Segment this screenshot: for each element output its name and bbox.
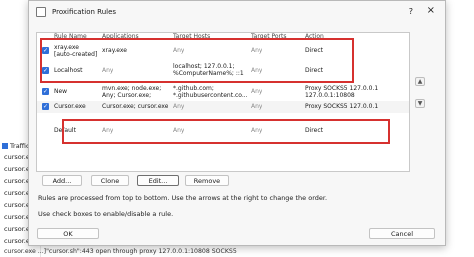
- rule-target-hosts-line2: *.githubusercontent.co...: [173, 92, 248, 99]
- rule-target-hosts: Any: [173, 127, 185, 134]
- rule-target-ports: Any: [251, 88, 263, 95]
- remove-button[interactable]: Remove: [185, 175, 229, 186]
- move-down-button[interactable]: ▼: [415, 99, 425, 108]
- rule-target-ports: Any: [251, 127, 263, 134]
- ok-button[interactable]: OK: [37, 228, 99, 239]
- rule-target-hosts-line2: %ComputerName%; ::1: [173, 70, 244, 77]
- rule-applications-line2: Any; Cursor.exe;: [102, 92, 152, 99]
- info-text-checkbox: Use check boxes to enable/disable a rule…: [38, 210, 174, 218]
- rule-name: xray.exe: [54, 44, 79, 51]
- rule-target-ports: Any: [251, 67, 263, 74]
- col-applications[interactable]: Applications: [102, 33, 139, 40]
- rule-target-hosts: Any: [173, 47, 185, 54]
- col-target-hosts[interactable]: Target Hosts: [173, 33, 210, 40]
- table-row[interactable]: ✓ Cursor.exe Cursor.exe; cursor.exe Any …: [37, 101, 409, 113]
- close-icon[interactable]: ×: [427, 5, 435, 16]
- rule-target-hosts: localhost; 127.0.0.1;: [173, 63, 235, 70]
- rule-name: New: [54, 88, 68, 95]
- enable-checkbox[interactable]: ✓: [42, 103, 49, 110]
- help-icon[interactable]: ?: [409, 7, 413, 16]
- table-row[interactable]: ✓ xray.exe [auto-created] xray.exe Any A…: [37, 41, 409, 61]
- rule-name: Default: [54, 127, 76, 134]
- col-action[interactable]: Action: [305, 33, 324, 40]
- rule-name: Cursor.exe: [54, 103, 86, 110]
- enable-checkbox[interactable]: ✓: [42, 47, 49, 54]
- col-rule-name[interactable]: Rule Name: [54, 33, 87, 40]
- proxification-rules-dialog: Proxification Rules ? × Rule Name Applic…: [28, 0, 446, 246]
- add-button[interactable]: Add...: [42, 175, 82, 186]
- rule-name-note: [auto-created]: [54, 51, 98, 58]
- dialog-title: Proxification Rules: [52, 8, 117, 16]
- table-row[interactable]: ✓ Localhost Any localhost; 127.0.0.1; %C…: [37, 61, 409, 81]
- col-target-ports[interactable]: Target Ports: [251, 33, 287, 40]
- rule-applications: Any: [102, 67, 114, 74]
- app-icon: [36, 7, 46, 17]
- enable-checkbox[interactable]: ✓: [42, 88, 49, 95]
- rule-applications: Any: [102, 127, 114, 134]
- cancel-button[interactable]: Cancel: [369, 228, 435, 239]
- move-up-button[interactable]: ▲: [415, 77, 425, 86]
- clone-button[interactable]: Clone: [91, 175, 129, 186]
- rule-target-ports: Any: [251, 103, 263, 110]
- rule-target-ports: Any: [251, 47, 263, 54]
- rule-target-hosts: *.github.com;: [173, 85, 214, 92]
- rule-applications: Cursor.exe; cursor.exe: [102, 103, 169, 110]
- rule-action: Proxy SOCKS5 127.0.0.1: [305, 103, 379, 110]
- rule-action: Direct: [305, 127, 323, 134]
- traffic-log-line: cursor.exe ...]"cursor.sh":443 open thro…: [4, 248, 237, 255]
- title-bar: Proxification Rules: [29, 1, 445, 23]
- traffic-icon: [2, 142, 8, 149]
- enable-checkbox[interactable]: ✓: [42, 67, 49, 74]
- info-text-order: Rules are processed from top to bottom. …: [38, 194, 328, 202]
- rule-name: Localhost: [54, 67, 83, 74]
- rule-action: Direct: [305, 47, 323, 54]
- rule-action: Proxy SOCKS5 127.0.0.1: [305, 85, 379, 92]
- rule-applications: xray.exe: [102, 47, 127, 54]
- table-row[interactable]: ✓ New mvn.exe; node.exe; Any; Cursor.exe…: [37, 84, 409, 100]
- rules-table: Rule Name Applications Target Hosts Targ…: [36, 32, 410, 172]
- table-header: Rule Name Applications Target Hosts Targ…: [37, 33, 409, 41]
- rule-applications: mvn.exe; node.exe;: [102, 85, 162, 92]
- rule-target-hosts: Any: [173, 103, 185, 110]
- edit-button[interactable]: Edit...: [137, 175, 179, 186]
- rule-action: Direct: [305, 67, 323, 74]
- rule-action-line2: 127.0.0.1:10808: [305, 92, 355, 99]
- table-row[interactable]: Default Any Any Any Direct: [37, 121, 409, 141]
- traffic-label: Traffic: [10, 141, 30, 150]
